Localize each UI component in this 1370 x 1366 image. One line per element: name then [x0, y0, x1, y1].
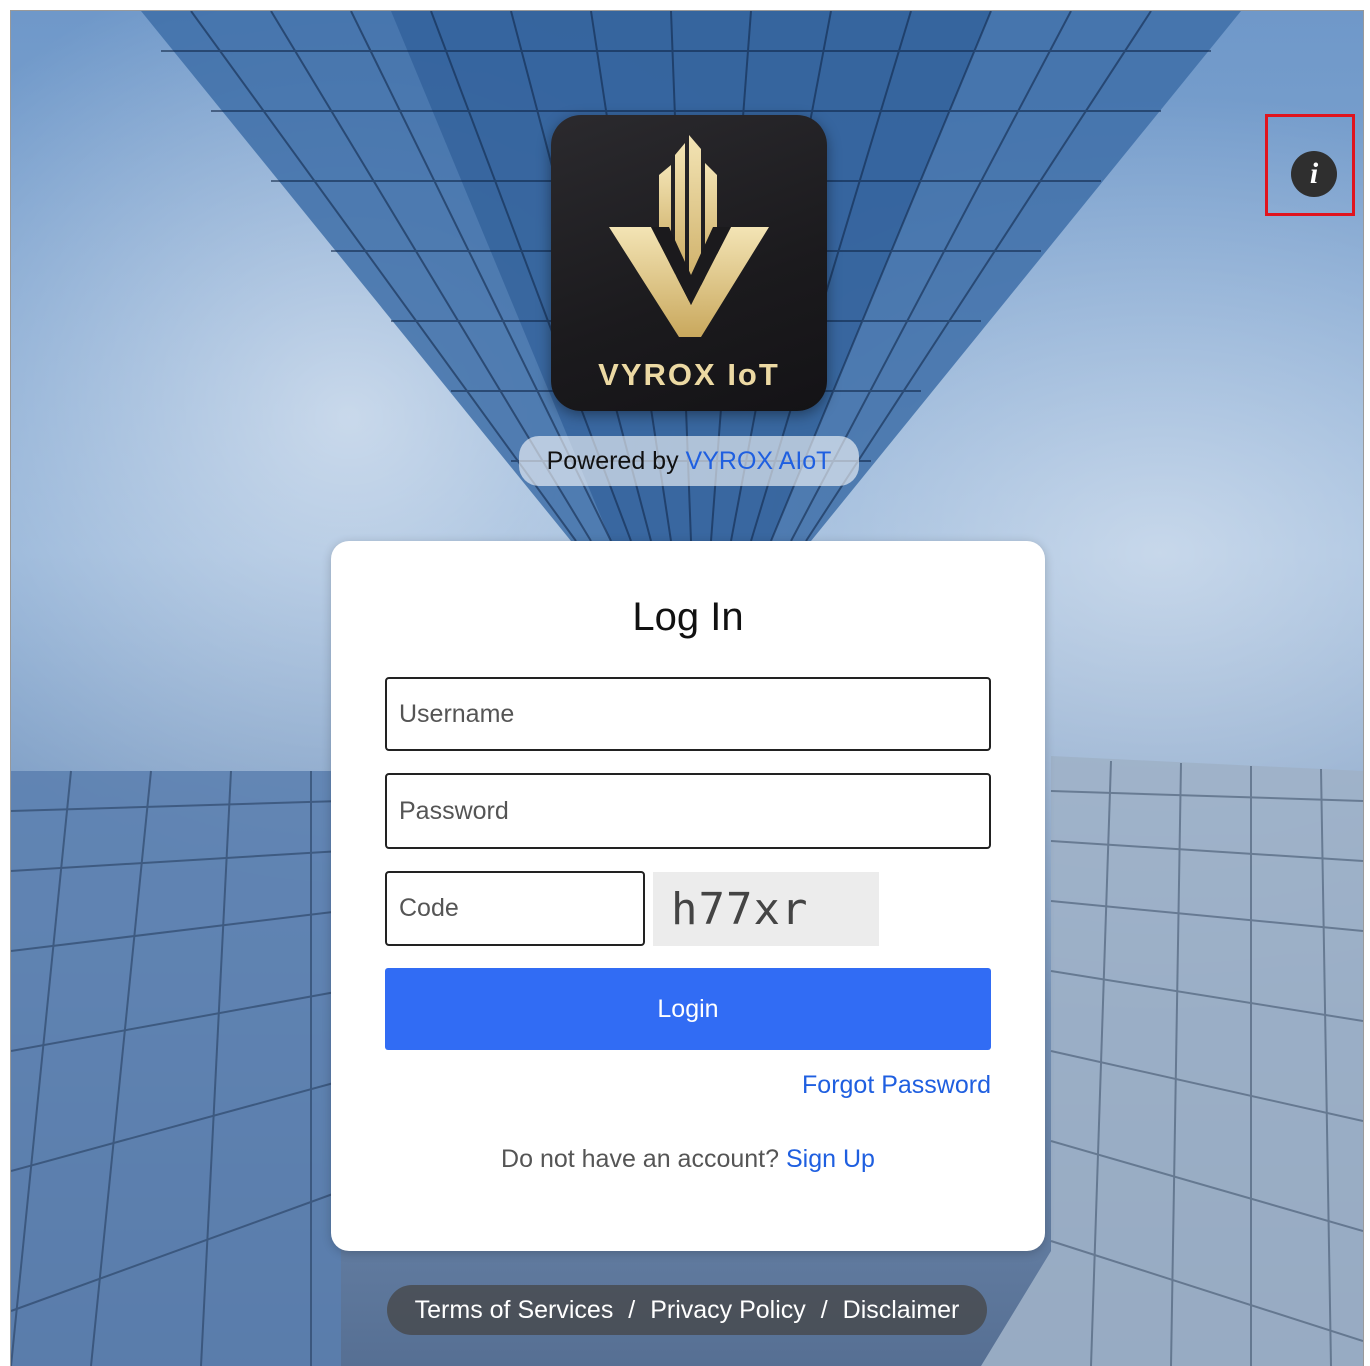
no-account-text: Do not have an account? [501, 1145, 780, 1173]
brand-logo: VYROX IoT [551, 115, 827, 411]
captcha-image[interactable]: h77xr [653, 872, 879, 946]
sign-up-link[interactable]: Sign Up [786, 1145, 875, 1173]
username-input[interactable] [385, 677, 991, 751]
login-button[interactable]: Login [385, 968, 991, 1050]
signup-row: Do not have an account? Sign Up [331, 1145, 1045, 1174]
vyrox-aiot-link[interactable]: VYROX AIoT [686, 447, 832, 475]
privacy-link[interactable]: Privacy Policy [650, 1296, 806, 1324]
footer-links: Terms of Services / Privacy Policy / Dis… [387, 1285, 987, 1335]
info-icon[interactable]: i [1291, 151, 1337, 197]
password-input[interactable] [385, 773, 991, 849]
powered-by-badge: Powered by VYROX AIoT [519, 436, 859, 486]
code-input[interactable] [385, 871, 645, 946]
footer-separator: / [628, 1296, 636, 1324]
login-page: i VYROX IoT Powered by VYROX AIoT Log In… [10, 10, 1364, 1366]
logo-text: VYROX IoT [598, 357, 780, 392]
login-card: Log In h77xr Login Forgot Password Do no… [331, 541, 1045, 1251]
powered-by-label: Powered by [546, 447, 679, 475]
page-title: Log In [632, 595, 744, 639]
disclaimer-link[interactable]: Disclaimer [843, 1296, 960, 1324]
forgot-password-link[interactable]: Forgot Password [802, 1071, 991, 1100]
terms-link[interactable]: Terms of Services [415, 1296, 614, 1324]
logo-building-icon [609, 135, 769, 337]
footer-separator: / [820, 1296, 828, 1324]
